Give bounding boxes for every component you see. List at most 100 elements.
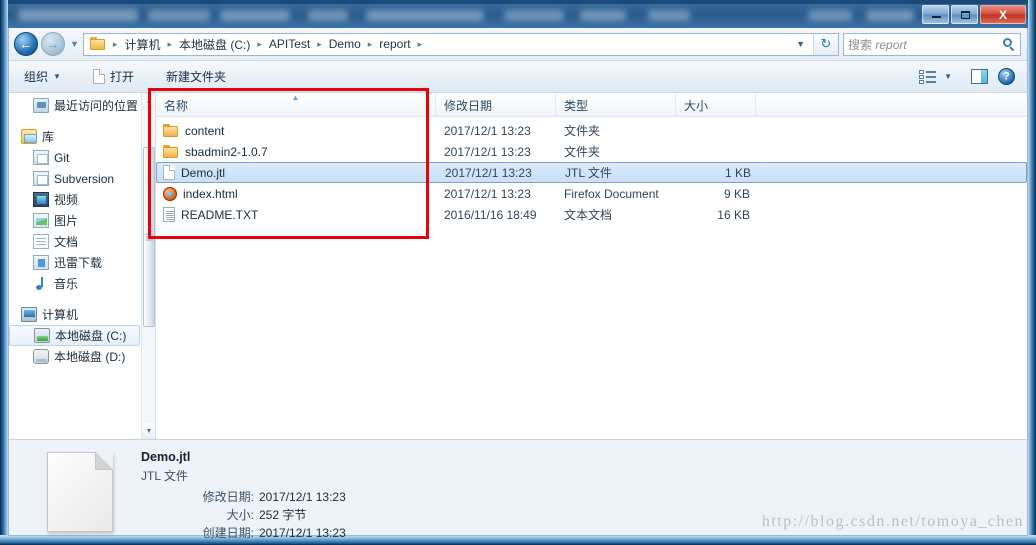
file-date-cell: 2017/12/1 13:23 bbox=[444, 123, 531, 138]
file-name: content bbox=[185, 123, 225, 138]
sidebar-item-recent-places[interactable]: 最近访问的位置 bbox=[9, 95, 142, 116]
help-icon[interactable]: ? bbox=[998, 68, 1015, 85]
sidebar-item-label: 库 bbox=[42, 130, 55, 144]
breadcrumb-item-apitest[interactable]: APITest bbox=[266, 36, 313, 52]
navigation-pane-scrollbar[interactable]: ▲ ▼ bbox=[141, 93, 155, 439]
navigation-tree: 最近访问的位置 库 Git Subversion 视频 图片 文档 迅雷下载 音… bbox=[9, 93, 142, 439]
preview-pane-icon[interactable] bbox=[971, 69, 988, 84]
breadcrumb-separator-icon: ▸ bbox=[112, 38, 118, 49]
file-type-cell: JTL 文件 bbox=[565, 166, 612, 180]
open-button[interactable]: 打开 bbox=[84, 64, 143, 89]
computer-icon bbox=[21, 307, 37, 322]
column-header-type[interactable]: 类型 bbox=[556, 93, 676, 117]
file-name: Demo.jtl bbox=[181, 165, 226, 180]
chevron-down-icon: ▼ bbox=[145, 427, 153, 435]
sidebar-item-documents[interactable]: 文档 bbox=[9, 231, 142, 252]
file-size-cell: 1 KB bbox=[724, 165, 751, 180]
search-placeholder: 搜索 report bbox=[848, 36, 907, 53]
column-header-size[interactable]: 大小 bbox=[676, 93, 756, 117]
organize-button[interactable]: 组织 ▼ bbox=[15, 64, 70, 89]
scrollbar-thumb[interactable] bbox=[143, 147, 155, 327]
title-bar[interactable]: X bbox=[8, 4, 1028, 28]
close-button[interactable]: X bbox=[980, 5, 1026, 24]
folder-icon bbox=[163, 144, 179, 159]
breadcrumb-separator-icon: ▸ bbox=[417, 38, 423, 49]
scroll-down-button[interactable]: ▼ bbox=[142, 423, 155, 439]
pictures-icon bbox=[33, 213, 49, 228]
address-dropdown-caret-icon[interactable]: ▼ bbox=[796, 39, 809, 49]
window-controls[interactable]: X bbox=[922, 5, 1026, 24]
recent-pages-caret-icon[interactable]: ▼ bbox=[70, 39, 79, 49]
sidebar-item-libraries[interactable]: 库 bbox=[9, 126, 142, 147]
breadcrumb-item-report[interactable]: report bbox=[376, 36, 413, 52]
sidebar-item-local-disk-c[interactable]: 本地磁盘 (C:) bbox=[9, 325, 140, 346]
breadcrumb-item-computer[interactable]: 计算机 bbox=[121, 35, 163, 54]
sort-ascending-icon: ▲ bbox=[291, 93, 300, 102]
sidebar-item-computer[interactable]: 计算机 bbox=[9, 304, 142, 325]
breadcrumb[interactable]: ▸ 计算机 ▸ 本地磁盘 (C:) ▸ APITest ▸ Demo ▸ rep… bbox=[82, 32, 813, 56]
file-date-cell: 2017/12/1 13:23 bbox=[445, 165, 532, 180]
back-button[interactable]: ← bbox=[14, 32, 38, 56]
file-name-cell: index.html bbox=[156, 186, 436, 201]
firefox-icon bbox=[163, 186, 177, 201]
breadcrumb-separator-icon: ▸ bbox=[257, 38, 262, 49]
search-placeholder-term: report bbox=[875, 37, 907, 52]
sidebar-item-videos[interactable]: 视频 bbox=[9, 189, 142, 210]
back-arrow-icon: ← bbox=[19, 36, 33, 52]
sidebar-item-label: 最近访问的位置 bbox=[54, 99, 139, 113]
sidebar-item-local-disk-d[interactable]: 本地磁盘 (D:) bbox=[9, 346, 142, 367]
music-icon bbox=[33, 276, 49, 291]
sidebar-item-subversion[interactable]: Subversion bbox=[9, 168, 142, 189]
table-row[interactable]: README.TXT 2016/11/16 18:49 文本文档 16 KB bbox=[156, 204, 1027, 225]
minimize-button[interactable] bbox=[922, 5, 949, 24]
chevron-down-icon: ▼ bbox=[53, 72, 61, 81]
file-size-cell: 9 KB bbox=[723, 186, 750, 201]
file-name-cell: sbadmin2-1.0.7 bbox=[156, 144, 436, 159]
main-split: 最近访问的位置 库 Git Subversion 视频 图片 文档 迅雷下载 音… bbox=[9, 93, 1027, 439]
file-date-cell: 2017/12/1 13:23 bbox=[444, 186, 531, 201]
details-file-name: Demo.jtl bbox=[141, 450, 191, 464]
breadcrumb-item-demo[interactable]: Demo bbox=[326, 36, 364, 52]
sidebar-item-thunder-download[interactable]: 迅雷下载 bbox=[9, 252, 142, 273]
search-input[interactable]: 搜索 report bbox=[843, 32, 1021, 56]
column-label: 大小 bbox=[684, 99, 709, 113]
sidebar-item-git[interactable]: Git bbox=[9, 147, 142, 168]
toolbar-right-group: ▼ ? bbox=[914, 65, 1021, 89]
file-list-view[interactable]: ▲ 名称 修改日期 类型 大小 content 2017/12/1 13:23 … bbox=[156, 93, 1027, 439]
sidebar-item-label: 图片 bbox=[54, 214, 79, 228]
table-row[interactable]: sbadmin2-1.0.7 2017/12/1 13:23 文件夹 bbox=[156, 141, 1027, 162]
refresh-button[interactable]: ↻ bbox=[813, 32, 839, 56]
table-row[interactable]: Demo.jtl 2017/12/1 13:23 JTL 文件 1 KB bbox=[156, 162, 1027, 183]
new-folder-button[interactable]: 新建文件夹 bbox=[157, 64, 235, 89]
details-field-label: 大小: bbox=[226, 508, 254, 522]
table-row[interactable]: index.html 2017/12/1 13:23 Firefox Docum… bbox=[156, 183, 1027, 204]
table-row[interactable]: content 2017/12/1 13:23 文件夹 bbox=[156, 120, 1027, 141]
sidebar-item-label: 文档 bbox=[54, 235, 79, 249]
text-file-icon bbox=[163, 207, 175, 222]
scroll-up-button[interactable]: ▲ bbox=[142, 93, 155, 109]
thunder-download-icon bbox=[33, 255, 49, 270]
file-name-cell: README.TXT bbox=[156, 207, 436, 222]
sidebar-item-label: 本地磁盘 (C:) bbox=[55, 329, 127, 343]
details-field-date-modified: 修改日期: 2017/12/1 13:23 bbox=[141, 488, 346, 506]
command-toolbar: 组织 ▼ 打开 新建文件夹 ▼ ? bbox=[9, 61, 1027, 93]
sidebar-item-label: 计算机 bbox=[42, 308, 79, 322]
details-field-size: 大小: 252 字节 bbox=[141, 506, 346, 524]
open-label: 打开 bbox=[109, 70, 134, 84]
file-date-cell: 2016/11/16 18:49 bbox=[444, 207, 537, 222]
file-size-cell: 16 KB bbox=[717, 207, 750, 222]
column-header-name[interactable]: ▲ 名称 bbox=[156, 93, 436, 117]
maximize-button[interactable] bbox=[951, 5, 978, 24]
generic-file-icon bbox=[163, 165, 175, 180]
column-header-date-modified[interactable]: 修改日期 bbox=[436, 93, 556, 117]
chevron-down-icon: ▼ bbox=[944, 72, 952, 81]
details-field-value: 2017/12/1 13:23 bbox=[259, 526, 346, 540]
refresh-icon: ↻ bbox=[820, 36, 832, 51]
sidebar-item-music[interactable]: 音乐 bbox=[9, 273, 142, 294]
sidebar-item-pictures[interactable]: 图片 bbox=[9, 210, 142, 231]
forward-button[interactable]: → bbox=[41, 32, 65, 56]
breadcrumb-item-local-disk-c[interactable]: 本地磁盘 (C:) bbox=[176, 35, 253, 54]
git-library-icon bbox=[33, 150, 49, 165]
file-date-cell: 2017/12/1 13:23 bbox=[444, 144, 531, 159]
change-view-button[interactable]: ▼ bbox=[914, 65, 957, 89]
